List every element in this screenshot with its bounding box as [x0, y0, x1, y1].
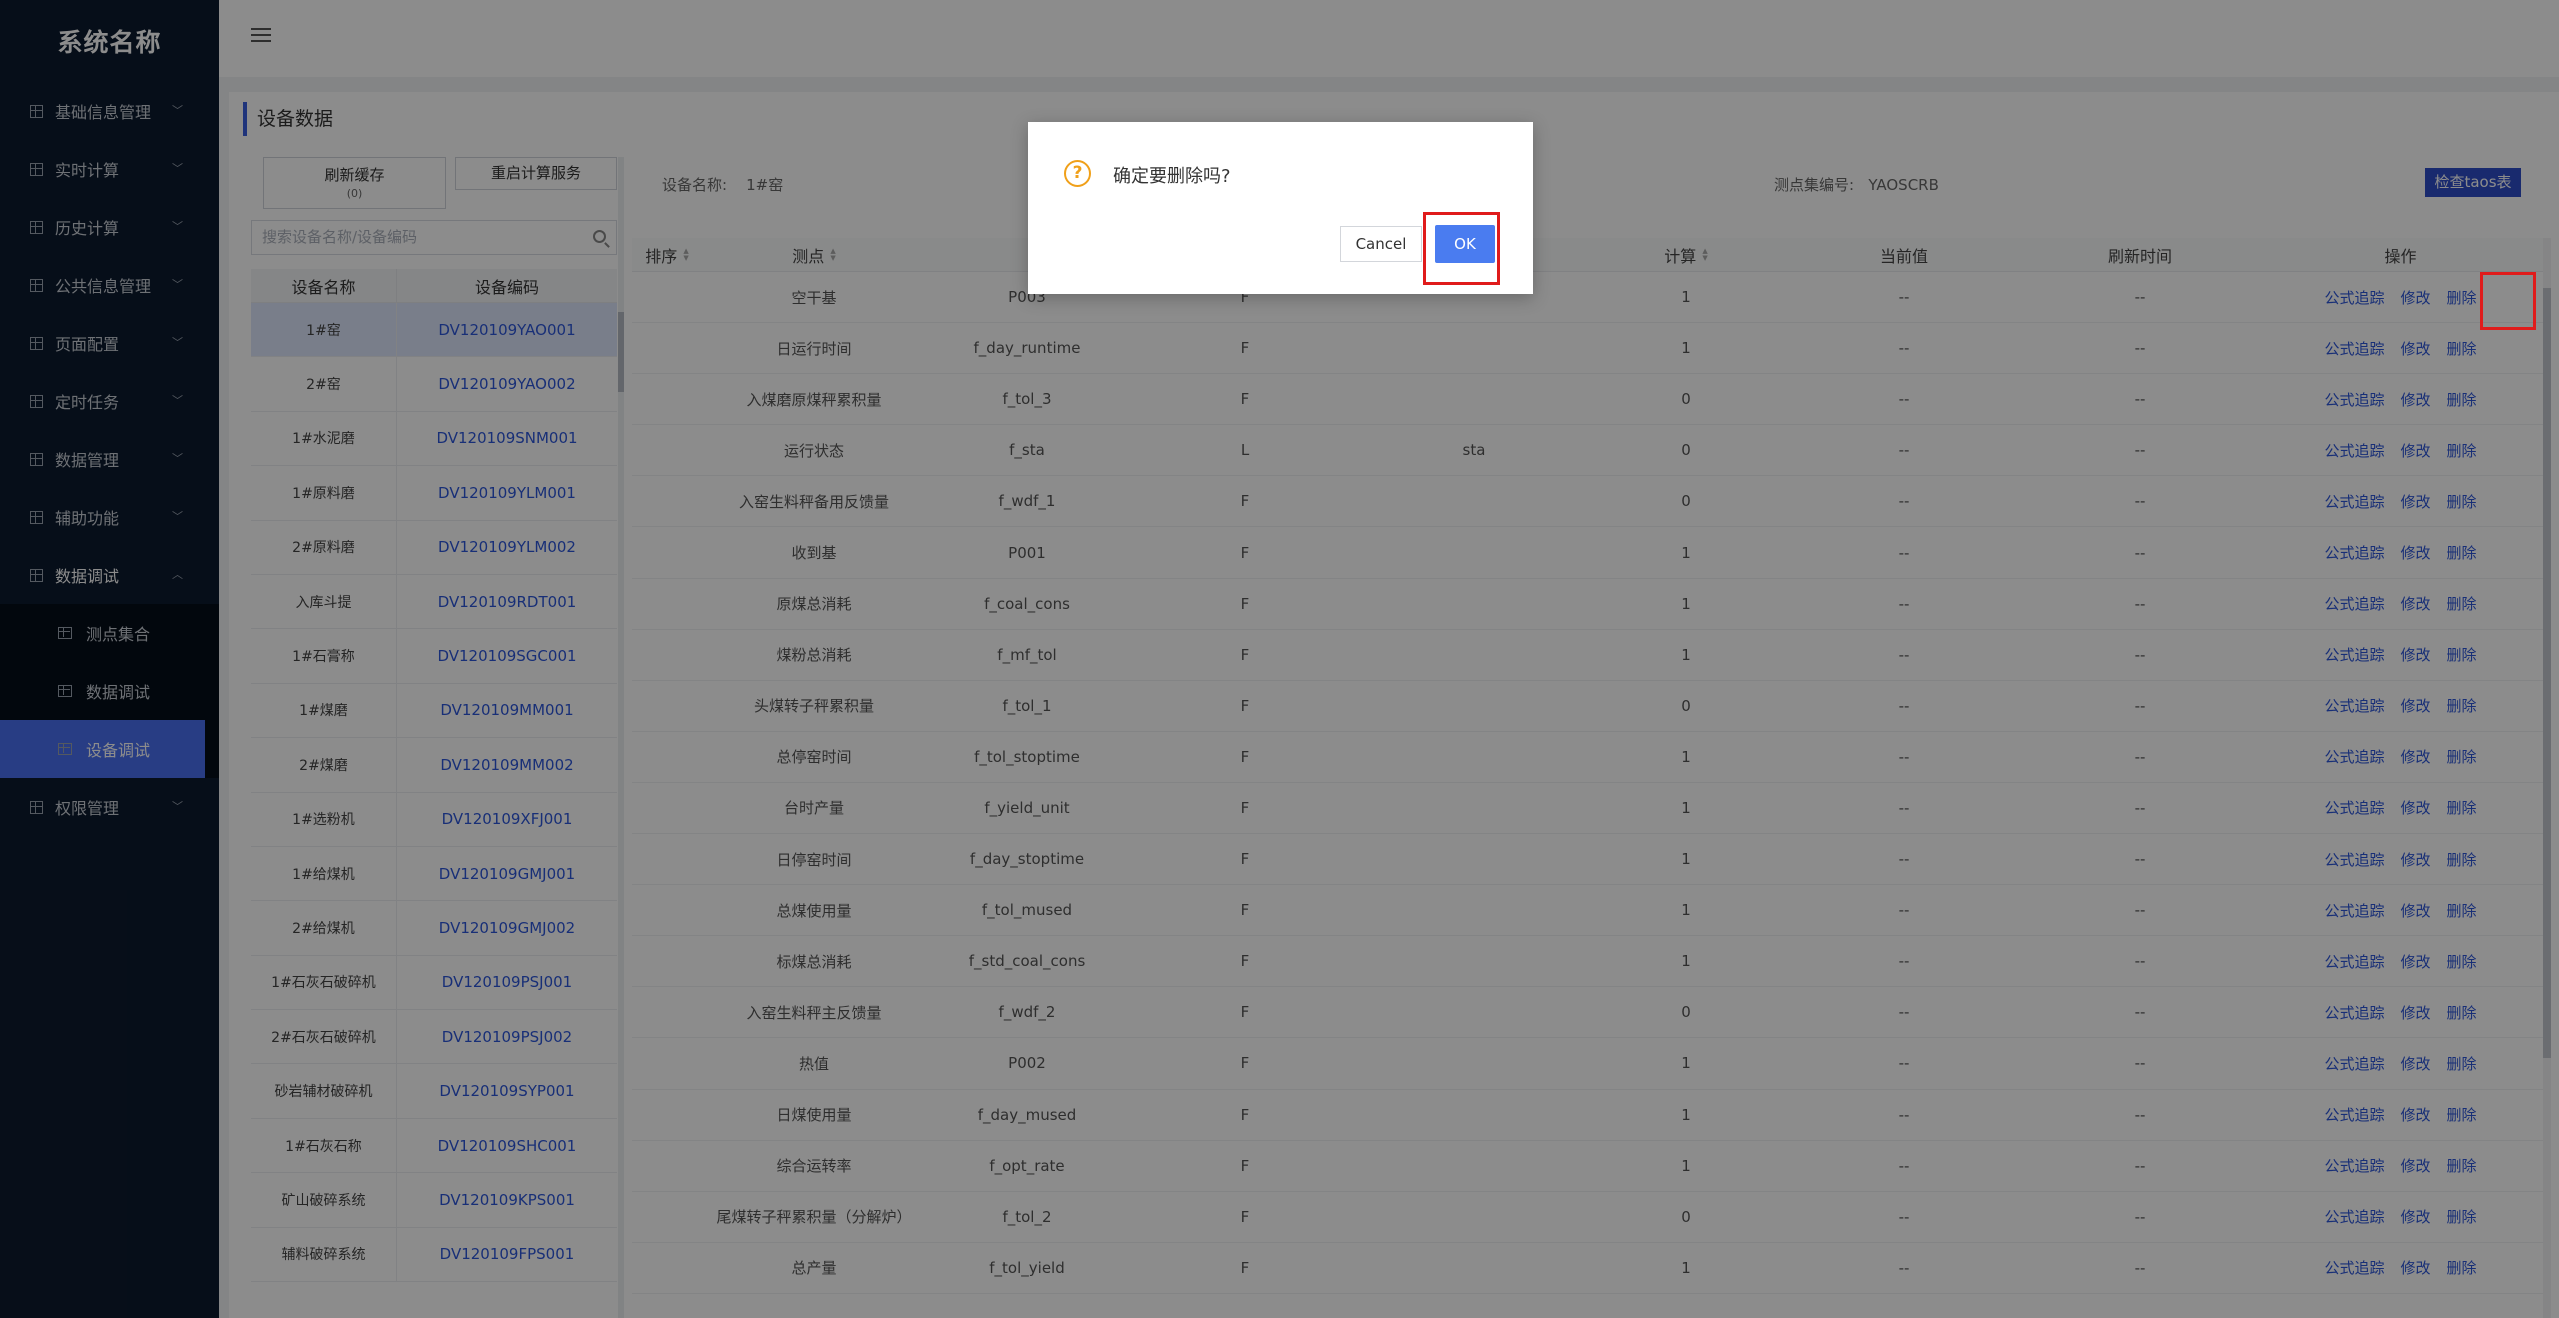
highlight-delete-box [2480, 272, 2536, 330]
dialog-message: 确定要删除吗? [1113, 166, 1231, 187]
highlight-ok-box [1423, 212, 1500, 285]
question-icon: ? [1064, 160, 1091, 187]
cancel-button[interactable]: Cancel [1340, 226, 1422, 262]
